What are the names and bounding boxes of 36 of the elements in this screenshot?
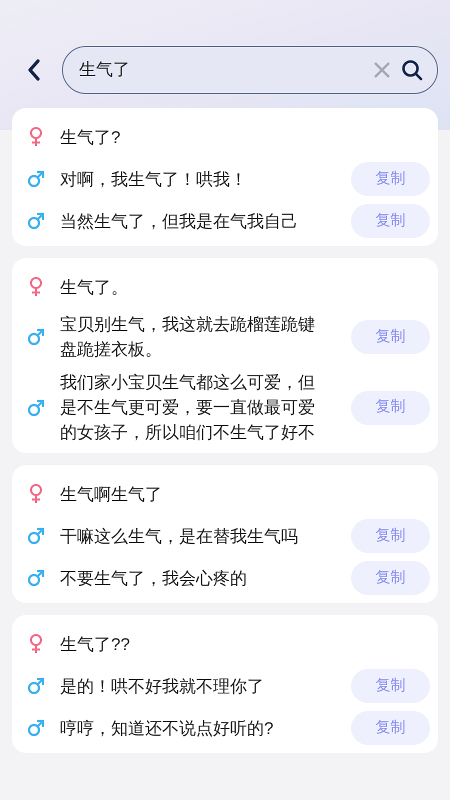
- message-text: 宝贝别生气，我这就去跪榴莲跪键盘跪搓衣板。: [60, 314, 316, 361]
- copy-button[interactable]: 复制: [351, 711, 430, 745]
- copy-button[interactable]: 复制: [351, 519, 430, 553]
- message-text: 干嘛这么生气，是在替我生气吗: [60, 526, 299, 548]
- search-field[interactable]: 生气了: [62, 46, 438, 94]
- male-symbol-icon: [27, 719, 45, 737]
- female-symbol-icon: [29, 277, 43, 297]
- message-text: 生气了。: [60, 276, 129, 298]
- message-text: 哼哼，知道还不说点好听的?: [60, 718, 274, 740]
- search-input[interactable]: 生气了: [79, 57, 373, 83]
- copy-button[interactable]: 复制: [351, 320, 430, 354]
- male-symbol-icon: [27, 212, 45, 230]
- male-symbol-icon: [27, 328, 45, 346]
- male-symbol-icon: [27, 527, 45, 545]
- message-text: 生气了??: [60, 634, 131, 656]
- male-symbol-icon: [27, 569, 45, 587]
- male-symbol-icon: [27, 677, 45, 695]
- message-text: 不要生气了，我会心疼的: [60, 568, 248, 590]
- female-symbol-icon: [29, 127, 43, 147]
- back-chevron-icon: [27, 58, 41, 82]
- message-text: 当然生气了，但我是在气我自己: [60, 210, 299, 232]
- copy-button[interactable]: 复制: [351, 669, 430, 703]
- search-icon[interactable]: [401, 59, 423, 81]
- message-text: 对啊，我生气了！哄我！: [60, 168, 248, 190]
- male-symbol-icon: [27, 398, 45, 416]
- message-text: 生气了?: [60, 126, 122, 148]
- copy-button[interactable]: 复制: [351, 162, 430, 196]
- copy-button[interactable]: 复制: [351, 390, 430, 424]
- male-symbol-icon: [27, 170, 45, 188]
- message-text: 我们家小宝贝生气都这么可爱，但是不生气更可爱，要一直做最可爱的女孩子，所以咱们不生气了好不: [60, 372, 316, 444]
- copy-button[interactable]: 复制: [351, 204, 430, 238]
- message-text: 是的！哄不好我就不理你了: [60, 676, 265, 698]
- female-symbol-icon: [29, 634, 43, 654]
- female-symbol-icon: [29, 484, 43, 504]
- message-text: 生气啊生气了: [60, 484, 163, 506]
- copy-button[interactable]: 复制: [351, 561, 430, 595]
